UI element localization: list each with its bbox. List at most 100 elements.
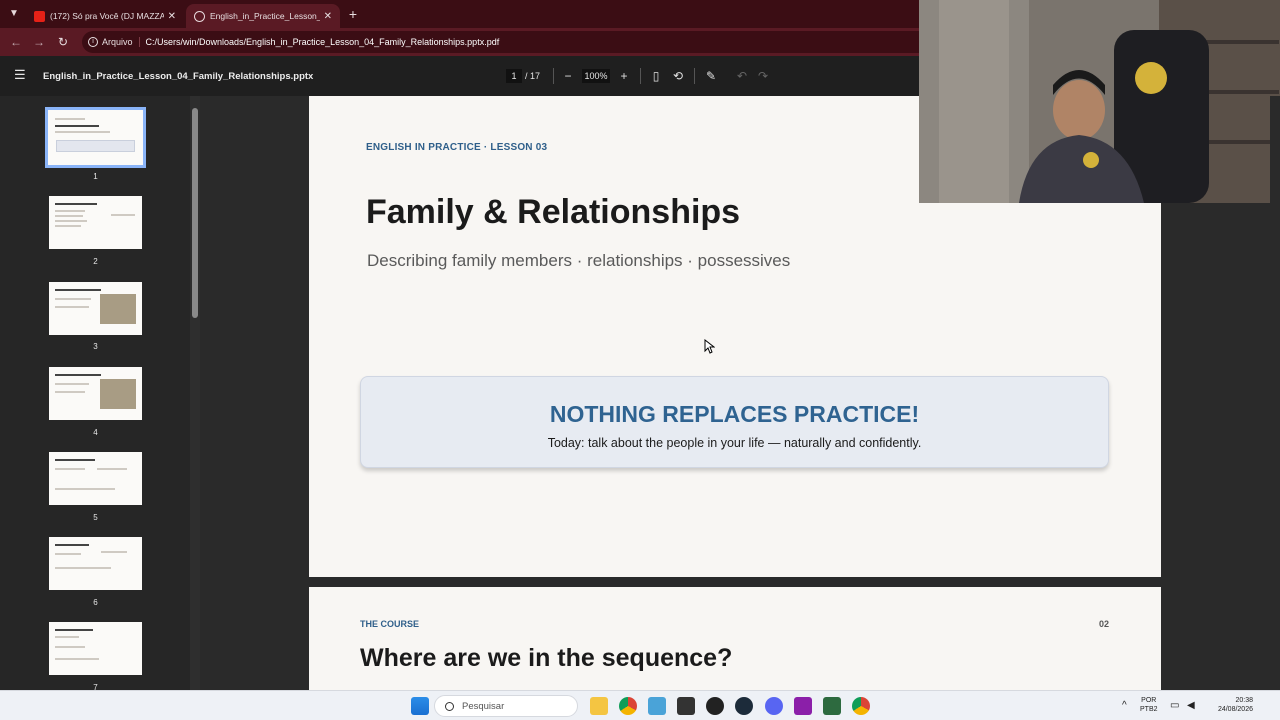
chrome-icon[interactable] xyxy=(619,697,637,715)
slide-title: Where are we in the sequence? xyxy=(360,644,733,672)
thumbnail-number: 4 xyxy=(93,428,98,437)
thumb-line xyxy=(55,215,83,217)
thumb-line xyxy=(55,289,101,291)
tab-youtube[interactable]: (172) Só pra Você (DJ MAZZAY ✕ xyxy=(26,4,184,28)
thumbnail-page-4[interactable] xyxy=(49,367,142,420)
thumb-line xyxy=(55,220,87,222)
language-code: POR xyxy=(1141,697,1157,704)
app-icon[interactable] xyxy=(735,697,753,715)
clock-date: 24/08/2026 xyxy=(1217,706,1253,713)
thumbnail-page-7[interactable] xyxy=(49,622,142,675)
rotate-icon[interactable]: ⟲ xyxy=(670,68,686,84)
thumbnail-number: 5 xyxy=(93,513,98,522)
chrome-icon[interactable] xyxy=(852,697,870,715)
forward-icon[interactable]: → xyxy=(29,32,49,52)
divider xyxy=(553,68,554,84)
viewer-scrollbar[interactable] xyxy=(1270,96,1280,690)
app-icon[interactable] xyxy=(794,697,812,715)
back-icon[interactable]: ← xyxy=(6,32,26,52)
clock[interactable]: 20:38 24/08/2026 xyxy=(1207,696,1253,714)
callout-body: Today: talk about the people in your lif… xyxy=(547,436,922,450)
menu-icon[interactable]: ☰ xyxy=(14,68,28,82)
slide-subtitle: Describing family members · relationship… xyxy=(367,251,791,270)
thumb-line xyxy=(55,658,99,660)
os-taskbar: Pesquisar ^ POR PTB2 ▭ ◀ 20:38 24/08/202… xyxy=(0,690,1280,720)
thumb-photo xyxy=(100,294,136,324)
divider xyxy=(640,68,641,84)
thumb-callout xyxy=(56,140,135,152)
reload-icon[interactable]: ↻ xyxy=(53,32,73,52)
thumb-line xyxy=(101,551,127,553)
zoom-in-icon[interactable]: + xyxy=(616,68,632,84)
page-number-input[interactable]: 1 xyxy=(506,69,522,83)
thumb-line xyxy=(55,383,89,385)
info-icon: i xyxy=(88,37,98,47)
webcam-overlay xyxy=(919,0,1280,203)
thumb-line xyxy=(55,306,89,308)
taskbar-search[interactable]: Pesquisar xyxy=(434,695,578,717)
close-tab-icon[interactable]: ✕ xyxy=(168,11,176,22)
thumb-line xyxy=(55,468,85,470)
thumb-line xyxy=(55,544,89,546)
thumb-line xyxy=(55,553,81,555)
thumb-line xyxy=(55,646,85,648)
volume-icon[interactable]: ◀ xyxy=(1187,700,1195,711)
callout-heading: NOTHING REPLACES PRACTICE! xyxy=(549,401,920,427)
tab-search-button[interactable]: ▼ xyxy=(4,4,24,24)
app-icon[interactable] xyxy=(706,697,724,715)
thumb-line xyxy=(55,298,91,300)
thumb-line xyxy=(55,210,85,212)
thumbnail-page-5[interactable] xyxy=(49,452,142,505)
thumbnail-number: 2 xyxy=(93,257,98,266)
search-icon xyxy=(445,701,454,711)
undo-icon[interactable]: ↶ xyxy=(734,68,750,84)
thumb-line xyxy=(55,203,97,205)
tab-title: (172) Só pra Você (DJ MAZZAY xyxy=(50,11,164,21)
fit-page-icon[interactable]: ▯ xyxy=(648,68,664,84)
network-icon[interactable]: ▭ xyxy=(1170,700,1179,711)
thumb-line xyxy=(55,459,95,461)
thumb-line xyxy=(55,225,81,227)
thumbnail-page-6[interactable] xyxy=(49,537,142,590)
clock-time: 20:38 xyxy=(1235,697,1253,704)
thumb-line xyxy=(55,636,79,638)
new-tab-button[interactable]: + xyxy=(344,4,362,24)
keyboard-layout: PTB2 xyxy=(1140,706,1158,713)
annotate-icon[interactable]: ✎ xyxy=(703,68,719,84)
document-title: English_in_Practice_Lesson_04_Family_Rel… xyxy=(43,71,314,82)
file-explorer-icon[interactable] xyxy=(590,697,608,715)
slide-eyebrow: ENGLISH IN PRACTICE · LESSON 03 xyxy=(366,142,548,153)
thumbnail-page-3[interactable] xyxy=(49,282,142,335)
thumb-line xyxy=(55,391,85,393)
redo-icon[interactable]: ↷ xyxy=(755,68,771,84)
language-indicator[interactable]: POR PTB2 xyxy=(1140,696,1158,714)
zoom-out-icon[interactable]: − xyxy=(560,68,576,84)
youtube-icon xyxy=(34,10,45,22)
slide-eyebrow: THE COURSE xyxy=(360,619,420,629)
page-total: / 17 xyxy=(525,71,541,81)
tab-pdf[interactable]: English_in_Practice_Lesson_04_ ✕ xyxy=(186,4,340,28)
callout-box: NOTHING REPLACES PRACTICE! Today: talk a… xyxy=(360,376,1109,468)
slide-page-number: 02 xyxy=(1098,619,1109,629)
zoom-input[interactable]: 100% xyxy=(582,69,610,83)
thumbnail-page-2[interactable] xyxy=(49,196,142,249)
thumb-line xyxy=(55,125,99,127)
thumb-photo xyxy=(100,379,136,409)
thumbnail-number: 7 xyxy=(93,683,98,690)
thumb-line xyxy=(55,131,110,133)
app-icon[interactable] xyxy=(677,697,695,715)
site-info-chip[interactable]: i Arquivo xyxy=(88,37,140,47)
slide-page-2: THE COURSE 02 Where are we in the sequen… xyxy=(309,587,1161,690)
app-icon[interactable] xyxy=(823,697,841,715)
discord-icon[interactable] xyxy=(765,697,783,715)
windows-start-icon[interactable] xyxy=(411,697,429,715)
slide-title: Family & Relationships xyxy=(366,193,741,231)
app-icon[interactable] xyxy=(648,697,666,715)
close-tab-icon[interactable]: ✕ xyxy=(324,11,332,22)
site-info-label: Arquivo xyxy=(102,37,133,47)
thumb-line xyxy=(55,374,101,376)
tray-chevron-up-icon[interactable]: ^ xyxy=(1122,700,1127,711)
thumb-line xyxy=(55,629,93,631)
sidebar-scroll-thumb[interactable] xyxy=(192,108,198,318)
thumbnail-page-1[interactable] xyxy=(45,107,146,168)
